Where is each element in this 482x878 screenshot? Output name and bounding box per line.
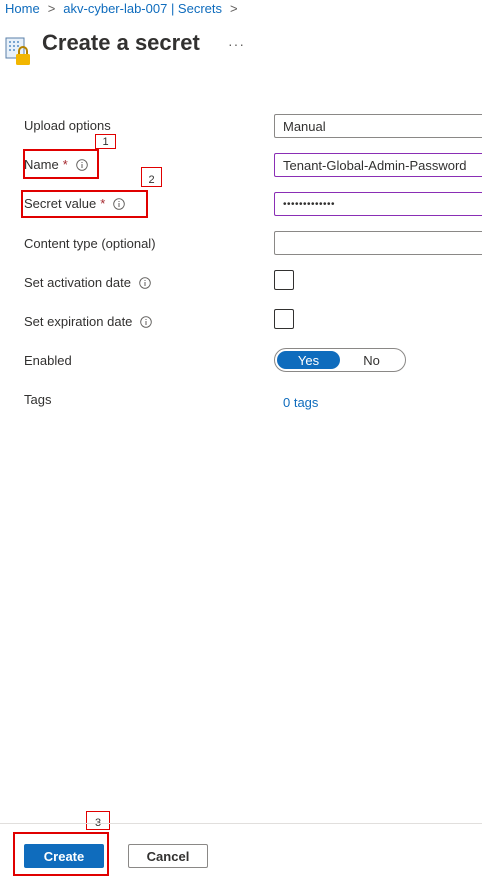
info-icon[interactable] bbox=[139, 276, 151, 289]
annotation-box-1 bbox=[23, 149, 99, 179]
breadcrumb-secrets-link[interactable]: akv-cyber-lab-007 | Secrets bbox=[63, 1, 222, 16]
content-type-label-text: Content type (optional) bbox=[24, 236, 156, 251]
tags-link[interactable]: 0 tags bbox=[283, 395, 318, 410]
expiration-date-label-text: Set expiration date bbox=[24, 314, 133, 329]
name-input[interactable]: Tenant-Global-Admin-Password bbox=[274, 153, 482, 177]
enabled-label-text: Enabled bbox=[24, 353, 72, 368]
create-button[interactable]: Create bbox=[24, 844, 104, 868]
content-type-input[interactable] bbox=[274, 231, 482, 255]
expiration-date-checkbox[interactable] bbox=[274, 309, 294, 329]
activation-date-checkbox[interactable] bbox=[274, 270, 294, 290]
upload-options-value: Manual bbox=[283, 118, 326, 134]
page-title: Create a secret bbox=[42, 30, 200, 55]
tags-label: Tags bbox=[24, 392, 51, 407]
cancel-button[interactable]: Cancel bbox=[128, 844, 208, 868]
enabled-yes-option[interactable]: Yes bbox=[277, 351, 340, 369]
upload-options-select[interactable]: Manual bbox=[274, 114, 482, 138]
upload-options-label: Upload options bbox=[24, 118, 111, 133]
breadcrumb: Home > akv-cyber-lab-007 | Secrets > bbox=[5, 1, 246, 16]
footer-divider bbox=[0, 823, 482, 824]
more-options-button[interactable]: ··· bbox=[228, 36, 245, 52]
name-input-value: Tenant-Global-Admin-Password bbox=[283, 157, 467, 173]
annotation-number-1: 1 bbox=[95, 134, 116, 149]
secret-value-masked: ••••••••••••• bbox=[283, 198, 336, 210]
annotation-number-2: 2 bbox=[141, 167, 162, 187]
enabled-label: Enabled bbox=[24, 353, 72, 368]
upload-options-label-text: Upload options bbox=[24, 118, 111, 133]
activation-date-label-text: Set activation date bbox=[24, 275, 131, 290]
breadcrumb-chevron-icon: > bbox=[47, 1, 56, 16]
key-vault-secret-icon bbox=[5, 37, 33, 67]
enabled-toggle[interactable]: Yes No bbox=[274, 348, 406, 372]
annotation-box-2 bbox=[21, 190, 148, 218]
secret-value-input[interactable]: ••••••••••••• bbox=[274, 192, 482, 216]
activation-date-label: Set activation date bbox=[24, 275, 151, 290]
content-type-label: Content type (optional) bbox=[24, 236, 156, 251]
breadcrumb-home-link[interactable]: Home bbox=[5, 1, 40, 16]
info-icon[interactable] bbox=[140, 315, 153, 328]
annotation-number-3: 3 bbox=[86, 811, 110, 830]
breadcrumb-chevron-icon: > bbox=[230, 1, 238, 16]
expiration-date-label: Set expiration date bbox=[24, 314, 153, 329]
enabled-no-option[interactable]: No bbox=[340, 351, 403, 369]
tags-label-text: Tags bbox=[24, 392, 52, 407]
